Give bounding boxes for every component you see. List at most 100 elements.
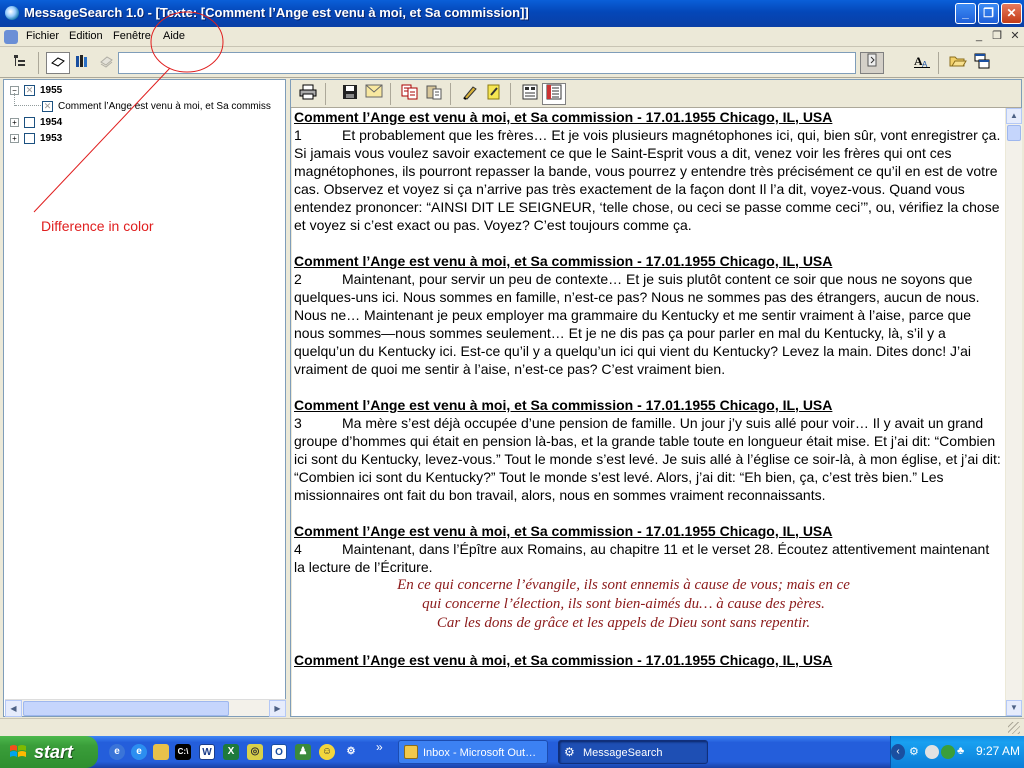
search-go-icon[interactable] [860, 52, 884, 74]
paragraph-heading: Comment l’Ange est venu à moi, et Sa com… [294, 397, 833, 413]
copy-icon[interactable] [398, 83, 422, 105]
toolbar-separator [390, 83, 391, 105]
mdi-minimize-button[interactable]: _ [972, 29, 986, 43]
resize-grip[interactable] [1008, 722, 1020, 734]
mdi-close-button[interactable]: ✕ [1008, 29, 1022, 43]
paragraph-heading: Comment l’Ange est venu à moi, et Sa com… [294, 523, 833, 539]
menu-edition[interactable]: Edition [69, 30, 103, 42]
paragraph-block: Comment l’Ange est venu à moi, et Sa com… [292, 522, 1005, 633]
paragraph-body: 3 Ma mère s’est déjà occupée d’une pensio… [294, 414, 1003, 504]
paste-icon[interactable] [422, 83, 446, 105]
scroll-thumb[interactable] [1007, 125, 1021, 141]
minimize-button[interactable]: _ [955, 3, 976, 24]
scroll-thumb[interactable] [23, 701, 229, 716]
ie-icon[interactable]: e [131, 744, 147, 760]
clock[interactable]: 9:27 AM [976, 744, 1020, 758]
document-text[interactable]: Comment l’Ange est venu à moi, et Sa com… [292, 108, 1005, 716]
paragraph-block: Comment l’Ange est venu à moi, et Sa com… [292, 396, 1005, 504]
folder-icon[interactable] [153, 744, 169, 760]
title-bar[interactable]: MessageSearch 1.0 - [Texte: [Comment l’A… [0, 0, 1024, 27]
start-label: start [34, 742, 74, 762]
task-outlook[interactable]: Inbox - Microsoft Out… [398, 740, 548, 764]
outlook-task-icon [404, 745, 418, 759]
scroll-left-button[interactable]: ◀ [5, 700, 22, 717]
vertical-scrollbar[interactable]: ▲ ▼ [1006, 108, 1022, 716]
horizontal-scrollbar[interactable]: ◀ ▶ [5, 699, 286, 717]
tree-checkbox[interactable] [24, 117, 35, 128]
media-icon[interactable]: ◎ [247, 744, 263, 760]
paragraph-text: Et probablement que les frères… Et je vo… [294, 127, 1001, 233]
tree-view-icon[interactable] [8, 52, 32, 74]
menu-bar: Fichier Edition Fenêtre Aide _ ❐ ✕ [0, 27, 1024, 47]
cmd-icon[interactable]: C:\ [175, 744, 191, 760]
messenger-icon[interactable]: ♟ [295, 744, 311, 760]
scroll-right-button[interactable]: ▶ [269, 700, 286, 717]
document-pane: Comment l’Ange est venu à moi, et Sa com… [290, 79, 1022, 717]
view-list-icon[interactable] [542, 83, 566, 105]
messenger-tray-icon[interactable]: ♣ [957, 745, 971, 759]
security-icon[interactable] [941, 745, 955, 759]
paragraph-heading: Comment l’Ange est venu à moi, et Sa com… [294, 652, 833, 668]
excel-icon[interactable]: X [223, 744, 239, 760]
scripture-quote-line: En ce qui concerne l’évangile, ils sont … [397, 577, 850, 593]
smiley-icon[interactable]: ☺ [319, 744, 335, 760]
toolbar-separator [38, 52, 39, 74]
status-bar [0, 718, 1024, 736]
task-label: Inbox - Microsoft Out… [423, 747, 537, 759]
font-icon[interactable]: AA [910, 52, 934, 74]
messagesearch-icon[interactable]: ⚙ [343, 744, 359, 760]
save-icon[interactable] [338, 83, 362, 105]
mdi-restore-button[interactable]: ❐ [990, 29, 1004, 43]
maximize-button[interactable]: ❐ [978, 3, 999, 24]
network-icon[interactable]: ⚙ [909, 745, 923, 759]
tree-node-label: 1953 [40, 133, 63, 144]
menu-aide[interactable]: Aide [163, 30, 185, 42]
expand-toggle[interactable]: + [10, 134, 19, 143]
word-icon[interactable]: W [199, 744, 215, 760]
annotation-label: Difference in color [41, 218, 154, 234]
tree-checkbox[interactable] [24, 133, 35, 144]
messagesearch-task-icon: ⚙ [564, 745, 575, 759]
tree-node-sermon[interactable]: ✕ Comment l’Ange est venu à moi, et Sa c… [42, 99, 284, 115]
tree-node-label: 1954 [40, 117, 63, 128]
tree-node-label: 1955 [40, 85, 63, 96]
main-toolbar: AA [0, 48, 1024, 78]
menu-fichier[interactable]: Fichier [26, 30, 59, 42]
open-folder-icon[interactable] [946, 52, 970, 74]
tree-pane[interactable]: − ✕ 1955 ✕ Comment l’Ange est venu à moi… [3, 79, 286, 717]
volume-icon[interactable] [925, 745, 939, 759]
outlook-icon[interactable]: O [271, 744, 287, 760]
close-button[interactable]: ✕ [1001, 3, 1022, 24]
scripture-quote-line: qui concerne l’élection, ils sont bien-a… [422, 596, 825, 612]
tree-connector [15, 105, 41, 106]
print-icon[interactable] [296, 83, 320, 105]
paragraph-block: Comment l’Ange est venu à moi, et Sa com… [292, 108, 1005, 234]
scroll-up-button[interactable]: ▲ [1006, 108, 1022, 124]
highlight-pen-icon[interactable] [458, 83, 482, 105]
tree-checkbox[interactable]: ✕ [42, 101, 53, 112]
tile-windows-icon[interactable] [970, 52, 994, 74]
view-paragraphs-icon[interactable] [518, 83, 542, 105]
tree-checkbox[interactable]: ✕ [24, 85, 35, 96]
app-icon[interactable] [5, 6, 19, 20]
paragraph-number: 4 [294, 541, 302, 557]
book-icon[interactable] [46, 52, 70, 74]
task-label: MessageSearch [583, 747, 663, 759]
search-input[interactable] [118, 52, 856, 74]
email-icon[interactable] [362, 83, 386, 105]
pages-icon[interactable] [94, 52, 118, 74]
scroll-down-button[interactable]: ▼ [1006, 700, 1022, 716]
books-icon[interactable] [70, 52, 94, 74]
document-menu-icon[interactable] [4, 30, 18, 44]
paragraph-number: 1 [294, 127, 302, 143]
start-button[interactable]: start [0, 736, 98, 768]
scripture-quote-line: Car les dons de grâce et les appels de D… [436, 615, 811, 631]
tray-collapse-icon[interactable]: ‹ [891, 744, 905, 760]
menu-fenetre[interactable]: Fenêtre [113, 30, 151, 42]
note-icon[interactable] [482, 83, 506, 105]
expand-toggle[interactable]: + [10, 118, 19, 127]
quicklaunch-overflow[interactable]: » [376, 740, 383, 754]
window-title: MessageSearch 1.0 - [Texte: [Comment l’A… [24, 5, 529, 20]
task-messagesearch[interactable]: ⚙ MessageSearch [558, 740, 708, 764]
ie-settings-icon[interactable]: e [109, 744, 125, 760]
